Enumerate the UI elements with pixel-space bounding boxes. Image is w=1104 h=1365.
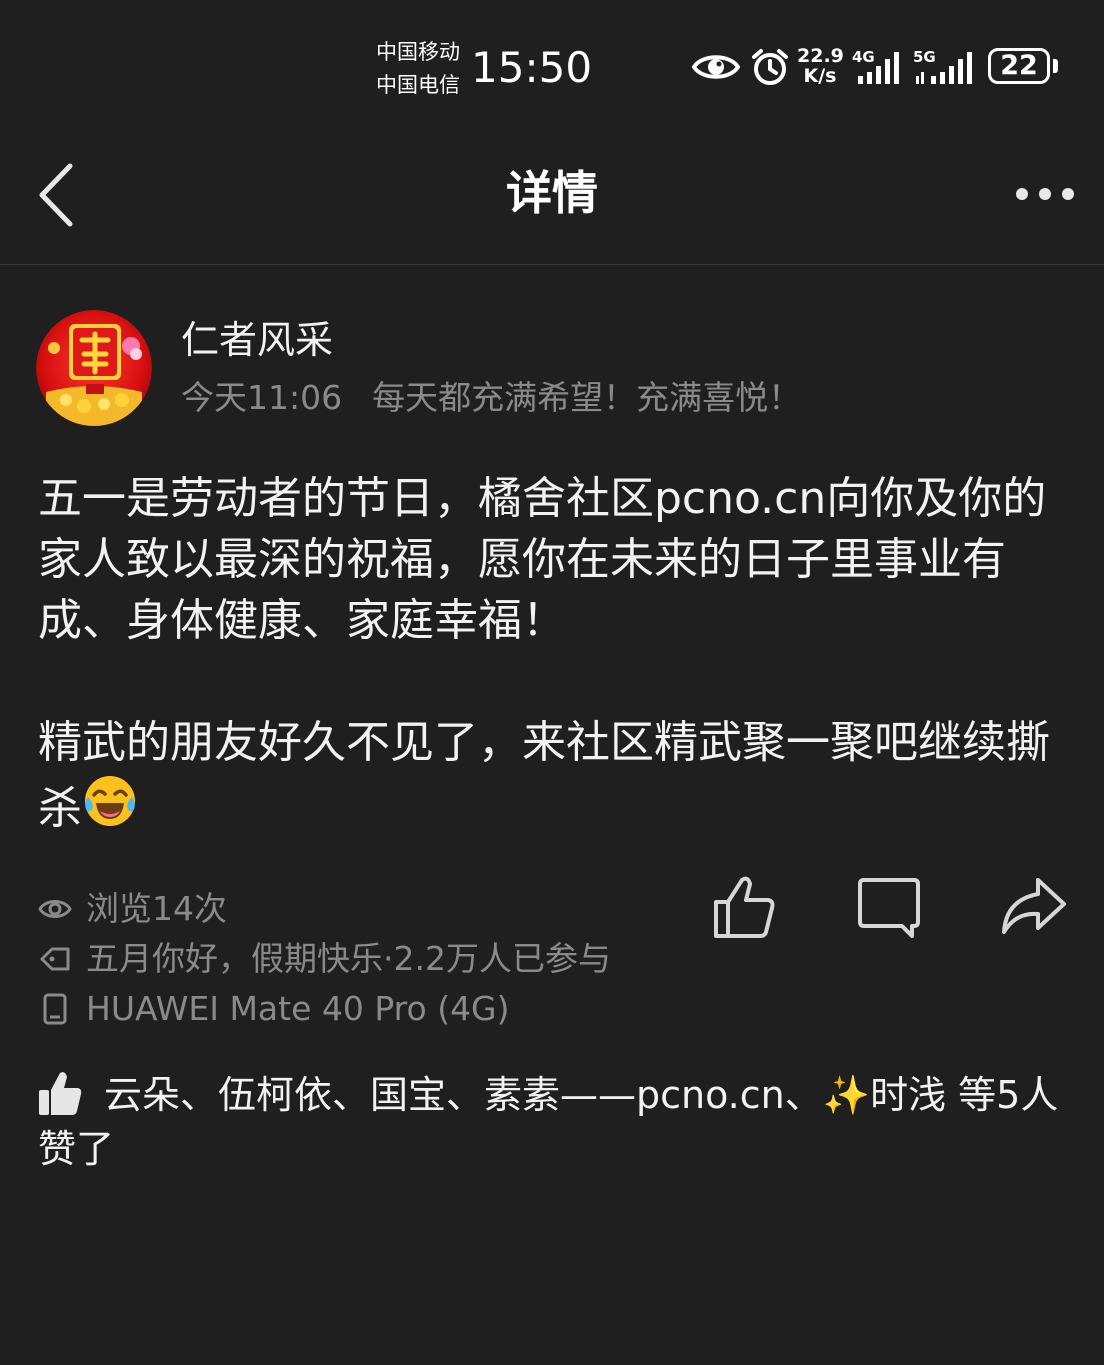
post-meta: 今天11:06 每天都充满希望！充满喜悦！ [181,375,801,421]
topic-text: 五月你好，假期快乐·2.2万人已参与 [86,939,611,978]
post-paragraph-2-text: 精武的朋友好久不见了，来社区精武聚一聚吧继续撕杀 [38,717,1050,834]
view-count: 浏览14次 [86,889,227,928]
more-dots-icon[interactable] [1012,182,1078,206]
topic-row[interactable]: 五月你好，假期快乐·2.2万人已参与 [38,934,611,984]
author-name[interactable]: 仁者风采 [181,314,333,366]
network-speed: 22.9 K/s [797,45,844,87]
speed-value: 22.9 [797,45,844,67]
battery-level: 22 [1000,50,1038,81]
fu-avatar [36,310,152,426]
thumbs-up-icon[interactable] [710,872,780,942]
author-signature: 每天都充满希望！充满喜悦！ [372,378,802,417]
top-nav-bar: 详情 [0,130,1104,265]
thumbs-up-filled-icon [39,1072,82,1115]
author-avatar[interactable] [36,310,152,426]
carrier-2: 中国电信 [376,73,460,97]
tears-of-joy-emoji [85,776,135,826]
likes-summary[interactable]: 云朵、伍柯依、国宝、素素——pcno.cn、✨时浅 等5人赞了 [38,1068,1074,1176]
post-time: 今天11:06 [181,378,343,417]
post-paragraph-1: 五一是劳动者的节日，橘舍社区pcno.cn向你及你的家人致以最深的祝福，愿你在未… [38,473,1047,646]
status-bar: 中国移动 中国电信 15:50 22.9 K/s 4G 5G 22 [0,0,1104,130]
signal-4g-icon [858,52,899,84]
liker-names: 云朵、伍柯依、国宝、素素——pcno.cn、 [104,1073,823,1117]
eye-outline-icon [38,900,72,918]
post-content: 五一是劳动者的节日，橘舍社区pcno.cn向你及你的家人致以最深的祝福，愿你在未… [38,468,1078,839]
tag-icon [40,947,70,971]
phone-icon [43,993,67,1025]
page-title: 详情 [506,166,598,220]
eye-icon [692,55,740,79]
battery-icon: 22 [988,48,1050,84]
carrier-1: 中国移动 [376,40,460,64]
share-icon[interactable] [998,872,1068,942]
comment-icon[interactable] [854,872,924,942]
views-row: 浏览14次 [38,884,611,934]
device-row: HUAWEI Mate 40 Pro (4G) [38,984,611,1034]
post-stats: 浏览14次 五月你好，假期快乐·2.2万人已参与 HUAWEI Mate 40 … [38,884,611,1034]
carrier-info: 中国移动 中国电信 [376,36,460,102]
speed-unit: K/s [803,65,837,87]
battery-tip [1053,59,1058,73]
alarm-icon [752,49,788,85]
post-paragraph-2: 精武的朋友好久不见了，来社区精武聚一聚吧继续撕杀 [38,712,1078,839]
clock: 15:50 [471,43,593,92]
device-name: HUAWEI Mate 40 Pro (4G) [86,989,510,1028]
sparkle-emoji: ✨ [822,1073,871,1117]
signal-5g-icon [916,52,972,84]
liker-last-name: 时浅 [870,1073,947,1117]
